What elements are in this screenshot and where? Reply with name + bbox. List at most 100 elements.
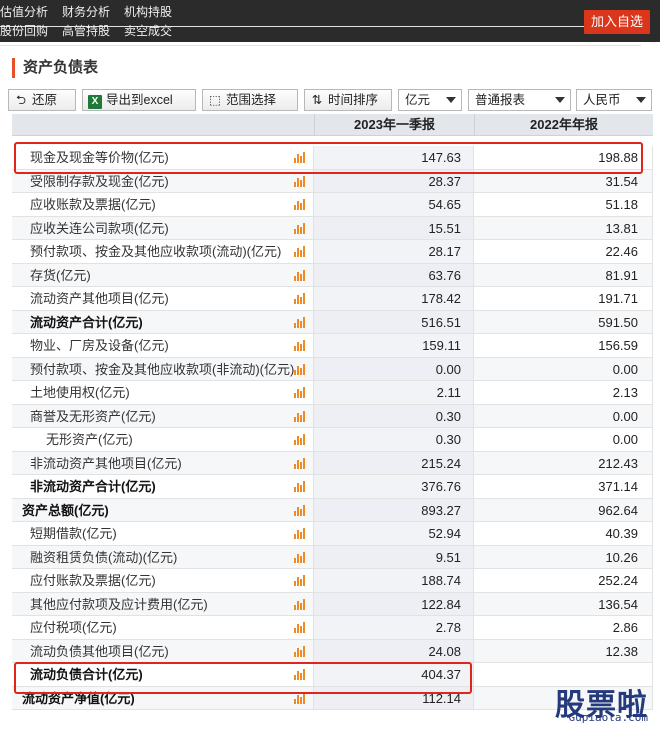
cell-2022annual: 0.00 — [474, 404, 653, 427]
excel-icon: X — [87, 90, 103, 110]
cell-2022annual: 40.39 — [474, 522, 653, 545]
bar-chart-icon[interactable] — [294, 222, 306, 234]
bar-chart-icon[interactable] — [294, 692, 306, 704]
cell-2022annual: 13.81 — [474, 216, 653, 239]
cell-2023q1: 122.84 — [314, 592, 474, 615]
cell-2022annual: 0.00 — [474, 428, 653, 451]
row-label: 非流动资产合计(亿元) — [12, 475, 314, 498]
restore-button[interactable]: ⮌ 还原 — [8, 89, 76, 111]
row-label: 物业、厂房及设备(亿元) — [12, 334, 314, 357]
cell-2023q1: 9.51 — [314, 545, 474, 568]
row-label: 流动资产其他项目(亿元) — [12, 287, 314, 310]
cell-2023q1: 2.78 — [314, 616, 474, 639]
cell-2022annual: 12.38 — [474, 639, 653, 662]
chevron-down-icon — [636, 97, 646, 103]
table-row: 资产总额(亿元) 893.27 962.64 — [12, 498, 653, 522]
bar-chart-icon[interactable] — [294, 481, 306, 492]
bar-chart-icon[interactable] — [294, 199, 306, 210]
nav-row-2: 股份回购 高管持股 卖空成交 — [0, 22, 641, 46]
bar-chart-icon[interactable] — [294, 551, 306, 563]
table-row: 预付款项、按金及其他应收款项(流动)(亿元) 28.17 22.46 — [12, 240, 653, 264]
cell-2022annual: 81.91 — [474, 263, 653, 286]
bar-chart-icon[interactable] — [294, 410, 306, 422]
bar-chart-icon[interactable] — [294, 528, 306, 539]
bar-chart-icon[interactable] — [294, 175, 306, 187]
cell-2022annual: 22.46 — [474, 240, 653, 263]
table-row: 流动负债其他项目(亿元) 24.08 12.38 — [12, 639, 653, 663]
row-label: 应付账款及票据(亿元) — [12, 569, 314, 592]
bar-chart-icon[interactable] — [294, 504, 306, 516]
column-header-2022annual[interactable]: 2022年年报 — [474, 114, 653, 136]
highlight-box-cash — [14, 142, 643, 174]
table-row: 预付款项、按金及其他应收款项(非流动)(亿元) 0.00 0.00 — [12, 357, 653, 381]
bar-chart-icon[interactable] — [294, 622, 306, 633]
cell-2023q1: 0.30 — [314, 428, 474, 451]
table-row: 应收账款及票据(亿元) 54.65 51.18 — [12, 193, 653, 217]
bar-chart-icon[interactable] — [294, 363, 306, 375]
section-title: 资产负债表 — [12, 58, 98, 78]
cell-2022annual: 0.00 — [474, 357, 653, 380]
cell-2023q1: 0.00 — [314, 357, 474, 380]
table-header: 2023年一季报 2022年年报 — [12, 114, 653, 136]
cell-2022annual: 10.26 — [474, 545, 653, 568]
export-label: 导出到excel — [106, 93, 173, 107]
range-label: 范围选择 — [226, 93, 277, 107]
bar-chart-icon[interactable] — [294, 246, 306, 257]
cell-2023q1: 54.65 — [314, 193, 474, 216]
bar-chart-icon[interactable] — [294, 340, 306, 351]
bar-chart-icon[interactable] — [294, 293, 306, 304]
cell-2022annual: 191.71 — [474, 287, 653, 310]
row-label: 流动资产合计(亿元) — [12, 310, 314, 333]
table-row: 应付税项(亿元) 2.78 2.86 — [12, 616, 653, 640]
row-label: 预付款项、按金及其他应收款项(非流动)(亿元) — [12, 357, 314, 380]
cell-2022annual: 2.86 — [474, 616, 653, 639]
cell-2023q1: 893.27 — [314, 498, 474, 521]
unit-select[interactable]: 亿元 — [398, 89, 462, 111]
table-row: 商誉及无形资产(亿元) 0.30 0.00 — [12, 404, 653, 428]
time-sort-label: 时间排序 — [328, 93, 379, 107]
currency-select[interactable]: 人民币 — [576, 89, 652, 111]
row-label: 土地使用权(亿元) — [12, 381, 314, 404]
highlight-box-current-liabilities — [14, 662, 472, 694]
bar-chart-icon[interactable] — [294, 645, 306, 657]
chevron-down-icon — [555, 97, 565, 103]
cell-2023q1: 63.76 — [314, 263, 474, 286]
row-label: 应收关连公司款项(亿元) — [12, 216, 314, 239]
row-label: 流动负债其他项目(亿元) — [12, 639, 314, 662]
bar-chart-icon[interactable] — [294, 434, 306, 445]
nav-item-buyback[interactable]: 股份回购 — [0, 22, 48, 45]
cell-2023q1: 178.42 — [314, 287, 474, 310]
table-row: 应付账款及票据(亿元) 188.74 252.24 — [12, 569, 653, 593]
nav-item-short-selling[interactable]: 卖空成交 — [124, 22, 172, 45]
bar-chart-icon[interactable] — [294, 387, 306, 398]
selection-icon: ⬚ — [209, 93, 221, 107]
bar-chart-icon[interactable] — [294, 457, 306, 469]
cell-2023q1: 0.30 — [314, 404, 474, 427]
row-label: 其他应付款项及应计费用(亿元) — [12, 592, 314, 615]
bar-chart-icon[interactable] — [294, 316, 306, 328]
cell-2022annual: 371.14 — [474, 475, 653, 498]
add-to-watchlist-button[interactable]: 加入自选 — [584, 10, 650, 34]
row-label: 资产总额(亿元) — [12, 498, 314, 521]
time-sort-button[interactable]: ⇅ 时间排序 — [304, 89, 392, 111]
watermark-logo: 股票啦 Gupiaola.com — [542, 680, 654, 724]
export-excel-button[interactable]: X 导出到excel — [82, 89, 196, 111]
range-select-button[interactable]: ⬚ 范围选择 — [202, 89, 298, 111]
unit-value: 亿元 — [405, 93, 431, 107]
undo-icon: ⮌ — [15, 93, 26, 107]
row-label: 应付税项(亿元) — [12, 616, 314, 639]
nav-item-exec-holding[interactable]: 高管持股 — [62, 22, 110, 45]
watermark-url: Gupiaola.com — [568, 711, 648, 724]
table-row: 流动资产合计(亿元) 516.51 591.50 — [12, 310, 653, 334]
table-row: 短期借款(亿元) 52.94 40.39 — [12, 522, 653, 546]
report-type-select[interactable]: 普通报表 — [468, 89, 571, 111]
table-row: 土地使用权(亿元) 2.11 2.13 — [12, 381, 653, 405]
table-row: 非流动资产合计(亿元) 376.76 371.14 — [12, 475, 653, 499]
table-row: 存货(亿元) 63.76 81.91 — [12, 263, 653, 287]
bar-chart-icon[interactable] — [294, 598, 306, 610]
table-row: 流动资产其他项目(亿元) 178.42 191.71 — [12, 287, 653, 311]
sort-icon: ⇅ — [311, 93, 323, 107]
column-header-2023q1[interactable]: 2023年一季报 — [314, 114, 474, 136]
bar-chart-icon[interactable] — [294, 269, 306, 281]
bar-chart-icon[interactable] — [294, 575, 306, 586]
